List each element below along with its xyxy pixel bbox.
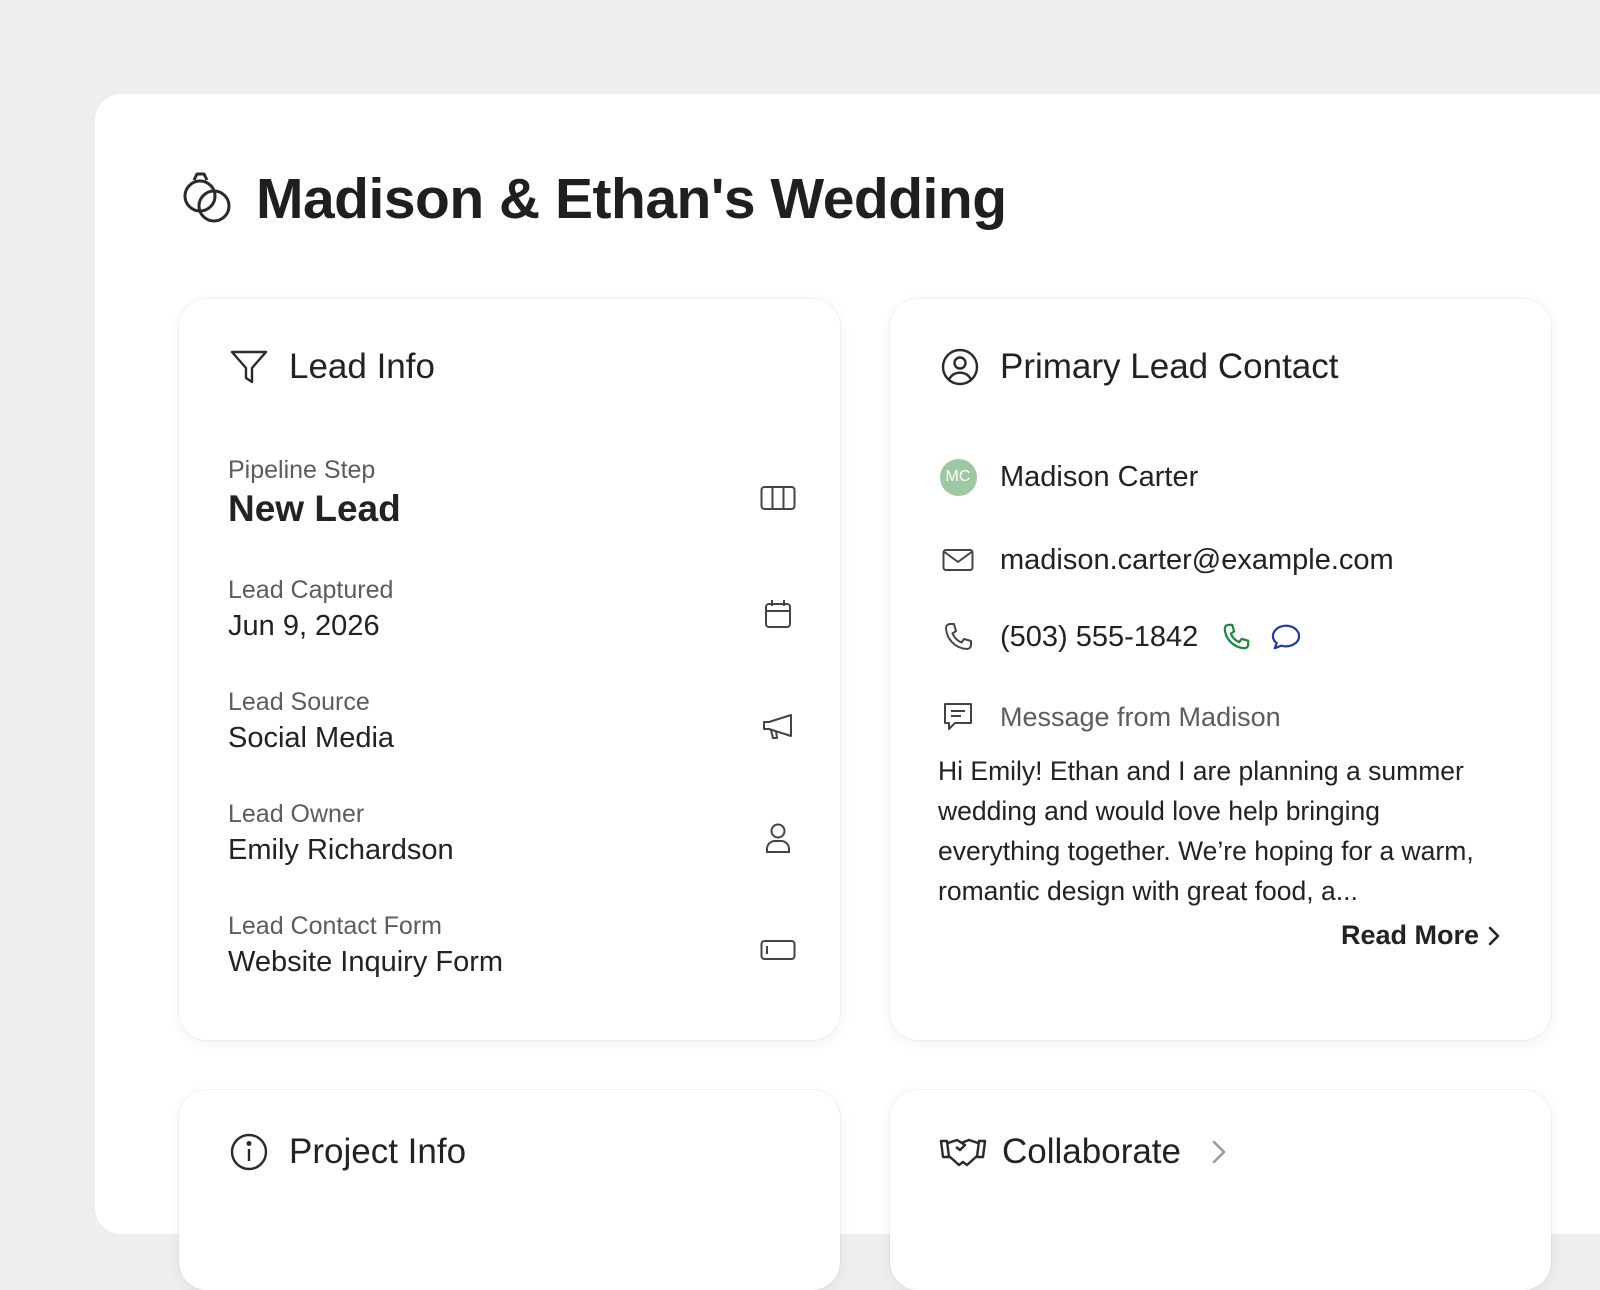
text-message-button[interactable]: [1268, 619, 1304, 655]
field-label: Lead Contact Form: [228, 912, 442, 940]
message-icon: [938, 697, 978, 737]
primary-contact-header: Primary Lead Contact: [938, 345, 1338, 389]
field-value: Social Media: [228, 722, 395, 754]
collaborate-card: Collaborate: [890, 1090, 1551, 1290]
funnel-icon: [227, 345, 271, 389]
contact-email-link[interactable]: madison.carter@example.com: [1000, 544, 1394, 577]
collaborate-header[interactable]: Collaborate: [938, 1130, 1227, 1174]
field-value: Website Inquiry Form: [228, 946, 504, 978]
lead-info-header: Lead Info: [227, 345, 435, 389]
project-info-title: Project Info: [289, 1132, 467, 1171]
read-more-button[interactable]: Read More: [1341, 920, 1501, 951]
lead-captured-field[interactable]: Lead Captured Jun 9, 2026: [228, 574, 798, 646]
wedding-rings-icon: [176, 166, 238, 233]
form-field-icon: [758, 930, 798, 970]
message-body: Hi Emily! Ethan and I are planning a sum…: [938, 756, 1474, 906]
lead-owner-field[interactable]: Lead Owner Emily Richardson: [228, 798, 798, 870]
user-circle-icon: [938, 345, 982, 389]
contact-email-row[interactable]: madison.carter@example.com: [938, 540, 1394, 580]
chevron-right-icon: [1211, 1139, 1227, 1165]
contact-name: Madison Carter: [1000, 460, 1199, 493]
chevron-right-icon: [1488, 926, 1500, 945]
message-label: Message from Madison: [1000, 701, 1281, 732]
mail-icon: [938, 540, 978, 580]
pipeline-step-field[interactable]: Pipeline Step New Lead: [228, 454, 798, 532]
user-icon: [758, 818, 798, 858]
message-header-row: Message from Madison: [938, 697, 1281, 737]
lead-info-card: Lead Info Pipeline Step New Lead Lead Ca…: [179, 299, 840, 1040]
contact-name-row: MC Madison Carter: [938, 457, 1198, 497]
columns-icon: [758, 478, 798, 518]
field-value: Jun 9, 2026: [228, 610, 380, 642]
phone-icon: [938, 617, 978, 657]
field-label: Lead Source: [228, 688, 370, 716]
lead-contact-form-field[interactable]: Lead Contact Form Website Inquiry Form: [228, 910, 798, 982]
page-header: Madison & Ethan's Wedding: [176, 164, 1007, 234]
field-value: Emily Richardson: [228, 834, 454, 866]
calendar-icon: [758, 594, 798, 634]
field-label: Pipeline Step: [228, 456, 376, 484]
project-info-header: Project Info: [227, 1130, 466, 1174]
contact-phone-row: (503) 555-1842: [938, 617, 1304, 657]
chat-bubble-icon: [1272, 624, 1301, 650]
megaphone-icon: [758, 706, 798, 746]
contact-phone[interactable]: (503) 555-1842: [1000, 621, 1198, 654]
primary-contact-card: Primary Lead Contact MC Madison Carter m…: [890, 299, 1551, 1040]
lead-info-title: Lead Info: [289, 347, 435, 386]
collaborate-title: Collaborate: [1002, 1132, 1181, 1171]
field-label: Lead Owner: [228, 800, 365, 828]
primary-contact-title: Primary Lead Contact: [1000, 347, 1339, 386]
project-info-card: Project Info: [179, 1090, 840, 1290]
page-title: Madison & Ethan's Wedding: [256, 167, 1007, 231]
handshake-icon: [938, 1130, 988, 1174]
lead-source-field[interactable]: Lead Source Social Media: [228, 686, 798, 758]
phone-call-icon: [1223, 623, 1250, 650]
field-value: New Lead: [228, 488, 401, 529]
read-more-label: Read More: [1340, 920, 1479, 950]
info-icon: [227, 1130, 271, 1174]
field-label: Lead Captured: [228, 576, 394, 604]
avatar: MC: [939, 458, 977, 496]
call-button[interactable]: [1218, 619, 1254, 655]
